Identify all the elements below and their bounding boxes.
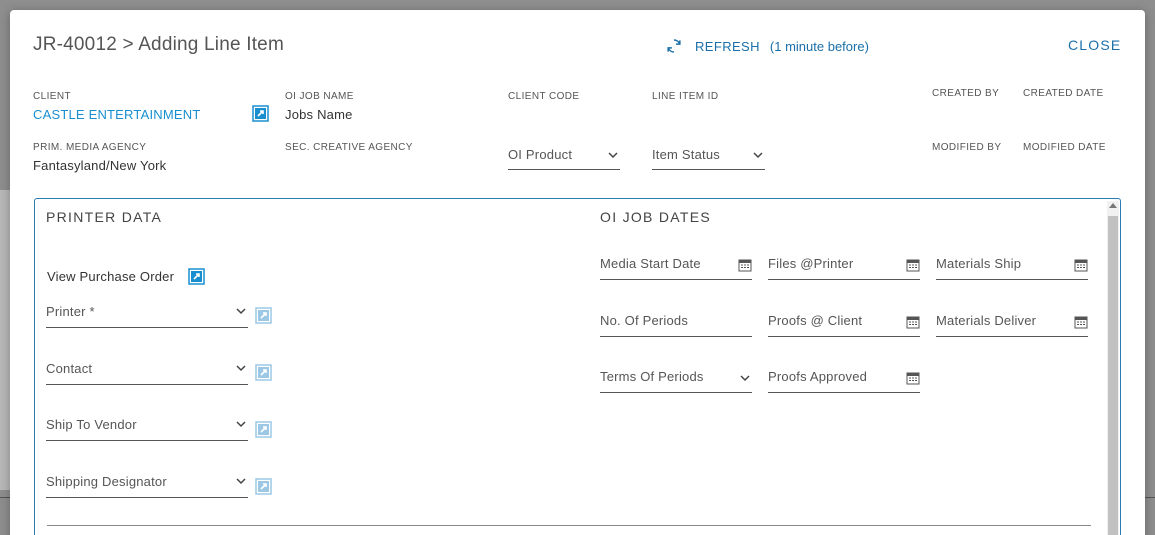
section-divider <box>47 525 1091 526</box>
calendar-icon[interactable] <box>1074 315 1088 329</box>
view-purchase-order-label: View Purchase Order <box>47 269 175 284</box>
view-po-external-link-icon[interactable] <box>188 268 205 285</box>
created-by-label: CREATED BY <box>932 88 1000 99</box>
ship-to-vendor-placeholder: Ship To Vendor <box>46 417 137 432</box>
calendar-icon[interactable] <box>738 258 752 272</box>
item-status-select[interactable]: Item Status <box>652 147 765 170</box>
ship-to-vendor-select[interactable]: Ship To Vendor <box>46 417 248 441</box>
shipping-designator-external-link-icon[interactable] <box>255 478 272 495</box>
no-of-periods-field[interactable]: No. Of Periods <box>600 313 752 337</box>
modified-by-label: MODIFIED BY <box>932 142 1002 153</box>
printer-data-title: PRINTER DATA <box>46 209 163 225</box>
printer-placeholder: Printer * <box>46 304 95 319</box>
prim-media-agency-label: PRIM. MEDIA AGENCY <box>33 142 147 153</box>
proofs-approved-label: Proofs Approved <box>768 369 868 384</box>
chevron-down-icon <box>236 421 246 428</box>
media-start-date-field[interactable]: Media Start Date <box>600 256 752 280</box>
client-external-link-icon[interactable] <box>252 105 269 122</box>
files-printer-field[interactable]: Files @Printer <box>768 256 920 280</box>
contact-external-link-icon[interactable] <box>255 364 272 381</box>
terms-of-periods-select[interactable]: Terms Of Periods <box>600 369 752 393</box>
section-scrollbar[interactable] <box>1107 201 1119 535</box>
scroll-up-arrow-icon[interactable] <box>1109 203 1117 208</box>
contact-select[interactable]: Contact <box>46 361 248 385</box>
contact-placeholder: Contact <box>46 361 93 376</box>
view-purchase-order-link[interactable]: View Purchase Order <box>47 269 174 284</box>
printer-external-link-icon[interactable] <box>255 307 272 324</box>
line-item-dialog: JR-40012 > Adding Line Item REFRESH (1 m… <box>10 10 1145 535</box>
ship-to-vendor-external-link-icon[interactable] <box>255 421 272 438</box>
client-label: CLIENT <box>33 91 71 102</box>
proofs-client-label: Proofs @ Client <box>768 313 863 328</box>
files-printer-label: Files @Printer <box>768 256 854 271</box>
chevron-down-icon <box>236 365 246 372</box>
refresh-icon <box>667 39 681 53</box>
prim-media-agency-value: Fantasyland/New York <box>33 158 167 173</box>
oi-product-placeholder: OI Product <box>508 147 573 162</box>
oi-job-name-label: OI JOB NAME <box>285 91 354 102</box>
terms-of-periods-placeholder: Terms Of Periods <box>600 369 704 384</box>
shipping-designator-select[interactable]: Shipping Designator <box>46 474 248 498</box>
scrollbar-thumb[interactable] <box>1108 216 1118 535</box>
media-start-date-label: Media Start Date <box>600 256 701 271</box>
materials-deliver-field[interactable]: Materials Deliver <box>936 313 1088 337</box>
calendar-icon[interactable] <box>1074 258 1088 272</box>
chevron-down-icon <box>753 152 763 159</box>
client-code-label: CLIENT CODE <box>508 91 580 102</box>
materials-deliver-label: Materials Deliver <box>936 313 1037 328</box>
proofs-client-field[interactable]: Proofs @ Client <box>768 313 920 337</box>
oi-job-dates-title: OI JOB DATES <box>600 209 712 225</box>
calendar-icon[interactable] <box>906 371 920 385</box>
close-button[interactable]: CLOSE <box>1068 37 1121 53</box>
materials-ship-label: Materials Ship <box>936 256 1022 271</box>
line-item-id-label: LINE ITEM ID <box>652 91 719 102</box>
chevron-down-icon <box>236 308 246 315</box>
proofs-approved-field[interactable]: Proofs Approved <box>768 369 920 393</box>
dialog-title: JR-40012 > Adding Line Item <box>33 34 284 55</box>
printer-select[interactable]: Printer * <box>46 304 248 328</box>
shipping-designator-placeholder: Shipping Designator <box>46 474 167 489</box>
chevron-down-icon <box>236 478 246 485</box>
materials-ship-field[interactable]: Materials Ship <box>936 256 1088 280</box>
refresh-label: REFRESH <box>695 38 760 54</box>
details-section: PRINTER DATA View Purchase Order Printer… <box>34 198 1121 535</box>
oi-job-name-value: Jobs Name <box>285 107 353 122</box>
oi-product-select[interactable]: OI Product <box>508 147 620 170</box>
refresh-button[interactable]: REFRESH (1 minute before) <box>665 37 869 55</box>
chevron-down-icon <box>608 152 618 159</box>
calendar-icon[interactable] <box>906 258 920 272</box>
item-status-placeholder: Item Status <box>652 147 720 162</box>
client-value-link[interactable]: CASTLE ENTERTAINMENT <box>33 107 200 122</box>
modified-date-label: MODIFIED DATE <box>1023 142 1106 153</box>
chevron-down-icon <box>740 375 750 382</box>
refresh-time: (1 minute before) <box>769 38 869 54</box>
calendar-icon[interactable] <box>906 315 920 329</box>
created-date-label: CREATED DATE <box>1023 88 1104 99</box>
sec-creative-agency-label: SEC. CREATIVE AGENCY <box>285 142 413 153</box>
no-of-periods-label: No. Of Periods <box>600 313 689 328</box>
